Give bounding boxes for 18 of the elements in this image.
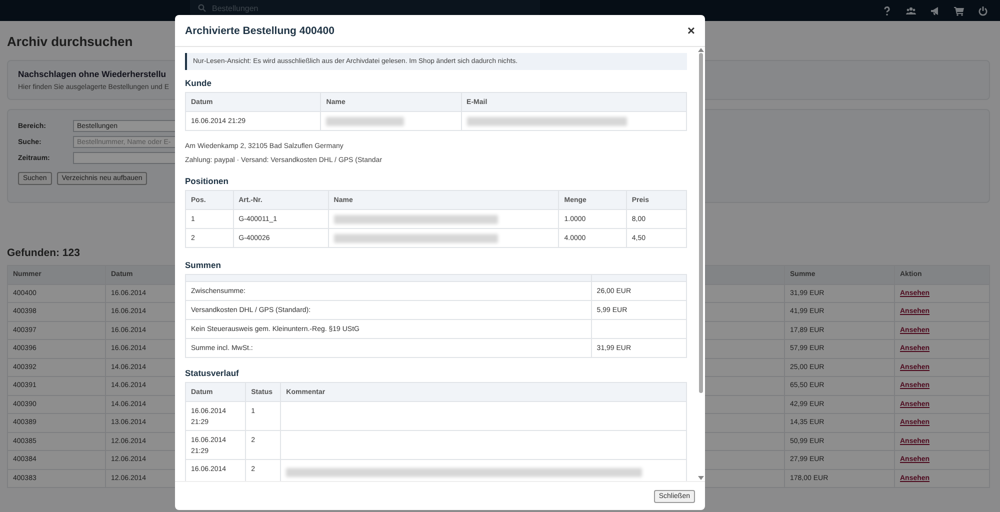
section-heading: Statusverlauf <box>185 368 240 378</box>
scroll-up-icon[interactable] <box>698 47 704 52</box>
cart-icon[interactable] <box>954 6 964 16</box>
section-heading: Kunde <box>185 78 212 88</box>
section-heading: Positionen <box>185 176 230 186</box>
megaphone-icon[interactable] <box>930 6 940 16</box>
close-button[interactable]: × <box>687 24 695 37</box>
search-icon <box>198 4 206 12</box>
scroll-down-icon[interactable] <box>698 476 704 481</box>
dialog-title: Archivierte Bestellung 400400 <box>185 24 334 36</box>
users-icon[interactable] <box>906 6 916 16</box>
page-title: Archiv durchsuchen <box>7 34 134 49</box>
scrollbar-thumb[interactable] <box>699 53 703 393</box>
power-icon[interactable] <box>978 6 988 16</box>
help-icon[interactable] <box>882 6 892 16</box>
results-heading: Gefunden: 123 <box>7 247 81 259</box>
section-heading: Summen <box>185 260 222 270</box>
card-heading: Nachschlagen ohne Wiederherstellu <box>18 69 167 79</box>
